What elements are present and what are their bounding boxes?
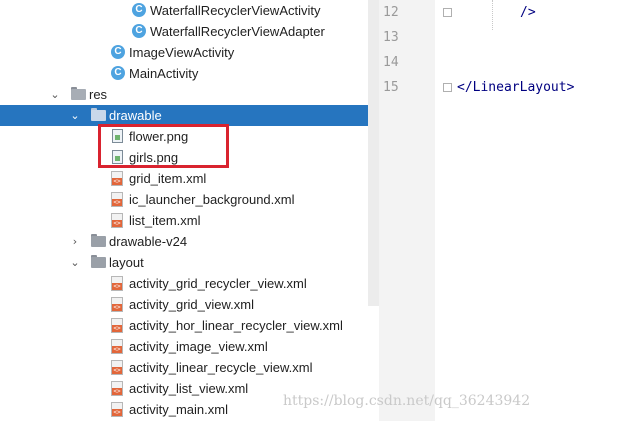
- tree-item-label: layout: [109, 255, 144, 270]
- tree-item-activity-linear-recycle-view-xml[interactable]: activity_linear_recycle_view.xml: [0, 357, 368, 378]
- tree-item-girls-png[interactable]: girls.png: [0, 147, 368, 168]
- tree-item-activity-image-view-xml[interactable]: activity_image_view.xml: [0, 336, 368, 357]
- tree-scrollbar[interactable]: [368, 0, 379, 306]
- tree-item-activity-hor-linear-recycler-view-xml[interactable]: activity_hor_linear_recycler_view.xml: [0, 315, 368, 336]
- class-icon: C: [132, 24, 146, 38]
- tree-item-label: list_item.xml: [129, 213, 201, 228]
- tree-item-label: activity_hor_linear_recycler_view.xml: [129, 318, 343, 333]
- chevron-right-icon[interactable]: ›: [69, 231, 81, 252]
- indent-guide: [492, 0, 493, 30]
- class-icon: C: [111, 66, 125, 80]
- chevron-down-icon[interactable]: ⌄: [49, 84, 61, 105]
- tree-item-layout[interactable]: ⌄ layout: [0, 252, 368, 273]
- project-tree-panel[interactable]: C WaterfallRecyclerViewActivity C Waterf…: [0, 0, 368, 421]
- fold-marker-icon[interactable]: [443, 8, 452, 17]
- line-number: 14: [383, 55, 399, 70]
- tree-item-label: flower.png: [129, 129, 189, 144]
- tree-item-list-item-xml[interactable]: list_item.xml: [0, 210, 368, 231]
- tree-item-drawable-v24[interactable]: › drawable-v24: [0, 231, 368, 252]
- tree-item-flower-png[interactable]: flower.png: [0, 126, 368, 147]
- tree-item-label: grid_item.xml: [129, 171, 207, 186]
- tree-item-label: girls.png: [129, 150, 179, 165]
- code-line[interactable]: />: [520, 5, 536, 20]
- folder-icon: [91, 108, 106, 121]
- code-line[interactable]: </LinearLayout>: [457, 80, 574, 95]
- tree-item-grid-item-xml[interactable]: grid_item.xml: [0, 168, 368, 189]
- tree-item-label: drawable: [109, 108, 162, 123]
- tree-item-label: activity_list_view.xml: [129, 381, 249, 396]
- folder-icon: [91, 234, 106, 247]
- tree-item-res[interactable]: ⌄ res: [0, 84, 368, 105]
- tree-item-ic-launcher-background-xml[interactable]: ic_launcher_background.xml: [0, 189, 368, 210]
- xml-file-icon: [111, 402, 123, 417]
- xml-file-icon: [111, 192, 123, 207]
- tree-item-label: activity_image_view.xml: [129, 339, 268, 354]
- tree-item-activity-grid-view-xml[interactable]: activity_grid_view.xml: [0, 294, 368, 315]
- tree-item-waterfall-recycler-view-adapter[interactable]: C WaterfallRecyclerViewAdapter: [0, 21, 368, 42]
- xml-file-icon: [111, 276, 123, 291]
- xml-file-icon: [111, 318, 123, 333]
- tree-item-label: activity_main.xml: [129, 402, 228, 417]
- chevron-down-icon[interactable]: ⌄: [69, 252, 81, 273]
- tree-item-activity-grid-recycler-view-xml[interactable]: activity_grid_recycler_view.xml: [0, 273, 368, 294]
- watermark: https://blog.csdn.net/qq_36243942: [283, 393, 531, 409]
- tree-item-label: drawable-v24: [109, 234, 188, 249]
- tree-item-drawable[interactable]: ⌄ drawable: [0, 105, 368, 126]
- tree-item-label: WaterfallRecyclerViewActivity: [150, 3, 321, 18]
- class-icon: C: [132, 3, 146, 17]
- line-number: 15: [383, 80, 399, 95]
- line-number: 13: [383, 30, 399, 45]
- tree-item-label: ic_launcher_background.xml: [129, 192, 295, 207]
- tree-item-label: activity_grid_view.xml: [129, 297, 254, 312]
- tree-item-label: activity_grid_recycler_view.xml: [129, 276, 307, 291]
- png-file-icon: [112, 150, 123, 164]
- chevron-down-icon[interactable]: ⌄: [69, 105, 81, 126]
- fold-marker-icon[interactable]: [443, 83, 452, 92]
- xml-file-icon: [111, 297, 123, 312]
- tree-item-image-view-activity[interactable]: C ImageViewActivity: [0, 42, 368, 63]
- class-icon: C: [111, 45, 125, 59]
- line-number: 12: [383, 5, 399, 20]
- xml-file-icon: [111, 360, 123, 375]
- res-folder-icon: [71, 87, 86, 100]
- code-editor[interactable]: 12 /> 13 14 15 </LinearLayout>: [379, 0, 622, 421]
- xml-file-icon: [111, 381, 123, 396]
- tree-item-label: ImageViewActivity: [129, 45, 235, 60]
- tree-item-label: MainActivity: [129, 66, 199, 81]
- tree-item-label: activity_linear_recycle_view.xml: [129, 360, 313, 375]
- png-file-icon: [112, 129, 123, 143]
- xml-file-icon: [111, 171, 123, 186]
- xml-file-icon: [111, 339, 123, 354]
- tree-item-main-activity[interactable]: C MainActivity: [0, 63, 368, 84]
- tree-item-waterfall-recycler-view-activity[interactable]: C WaterfallRecyclerViewActivity: [0, 0, 368, 21]
- tree-item-label: res: [89, 87, 108, 102]
- tree-item-label: WaterfallRecyclerViewAdapter: [150, 24, 325, 39]
- folder-icon: [91, 255, 106, 268]
- xml-file-icon: [111, 213, 123, 228]
